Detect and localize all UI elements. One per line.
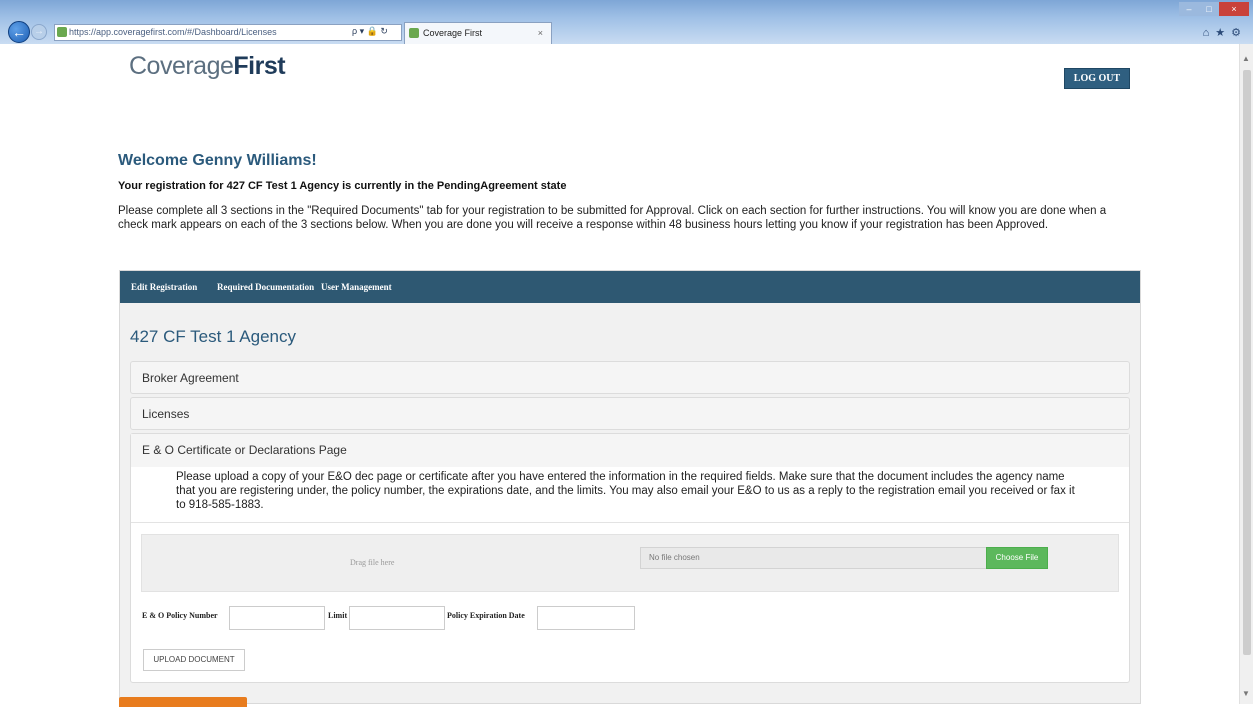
back-button[interactable]: ← [8, 21, 30, 43]
agency-title: 427 CF Test 1 Agency [130, 327, 297, 346]
policy-number-input[interactable] [229, 606, 325, 630]
choose-file-button[interactable]: Choose File [986, 547, 1048, 569]
accordion-broker-agreement[interactable]: Broker Agreement [130, 361, 1130, 394]
registration-panel: Edit Registration Required Documentation… [119, 270, 1141, 704]
registration-state: Your registration for 427 CF Test 1 Agen… [118, 180, 567, 192]
eo-instructions: Please upload a copy of your E&O dec pag… [176, 471, 1075, 511]
minimize-button[interactable]: – [1179, 2, 1199, 16]
scroll-up-icon[interactable]: ▲ [1242, 54, 1250, 63]
address-tools[interactable]: ρ ▾ 🔒 ↻ [352, 26, 388, 37]
section-navbar: Edit Registration Required Documentation… [120, 271, 1140, 303]
browser-tab[interactable]: Coverage First × [404, 22, 552, 44]
file-status: No file chosen [649, 553, 700, 562]
policy-number-label: E & O Policy Number [142, 611, 218, 620]
limit-input[interactable] [349, 606, 445, 630]
file-dropzone[interactable]: Drag file here No file chosen Choose Fil… [141, 534, 1119, 592]
forward-button[interactable]: → [31, 24, 47, 40]
welcome-heading: Welcome Genny Williams! [118, 152, 317, 169]
accordion-licenses[interactable]: Licenses [130, 397, 1130, 430]
nav-edit-registration[interactable]: Edit Registration [131, 271, 197, 303]
drag-file-hint: Drag file here [350, 558, 395, 567]
accordion-eo-certificate: E & O Certificate or Declarations Page P… [130, 433, 1130, 683]
accordion-header[interactable]: E & O Certificate or Declarations Page [131, 434, 1129, 467]
maximize-button[interactable]: □ [1199, 2, 1219, 16]
limit-label: Limit [328, 611, 348, 620]
accordion-title: E & O Certificate or Declarations Page [142, 443, 347, 457]
address-url: https://app.coveragefirst.com/#/Dashboar… [69, 27, 277, 37]
accordion-title: Licenses [142, 407, 190, 421]
window-controls: – □ × [1179, 2, 1249, 18]
browser-chrome: ← → https://app.coveragefirst.com/#/Dash… [0, 0, 1253, 44]
favicon-icon [57, 27, 67, 37]
file-input[interactable]: No file chosen Choose File [640, 547, 1048, 569]
accordion-title: Broker Agreement [142, 371, 239, 385]
submit-button-partial[interactable] [119, 697, 247, 707]
expiration-date-input[interactable] [537, 606, 635, 630]
upload-document-button[interactable]: UPLOAD DOCUMENT [143, 649, 245, 671]
scroll-down-icon[interactable]: ▼ [1242, 689, 1250, 698]
coveragefirst-logo[interactable]: CoverageFirst [129, 52, 286, 81]
divider [131, 522, 1129, 523]
nav-user-management[interactable]: User Management [321, 271, 392, 303]
arrow-left-icon: ← [12, 24, 26, 40]
tab-close-icon[interactable]: × [538, 23, 543, 43]
page-scrollbar[interactable]: ▲ ▼ [1239, 44, 1253, 704]
address-bar[interactable]: https://app.coveragefirst.com/#/Dashboar… [54, 24, 402, 41]
arrow-right-icon: → [34, 26, 44, 37]
favicon-icon [409, 28, 419, 38]
close-window-button[interactable]: × [1219, 2, 1249, 16]
nav-required-documentation[interactable]: Required Documentation [217, 271, 314, 303]
browser-tools[interactable]: ⌂★⚙ [1203, 26, 1247, 39]
expiration-date-label: Policy Expiration Date [447, 611, 525, 620]
tab-title: Coverage First [423, 28, 483, 38]
logout-button[interactable]: LOG OUT [1064, 68, 1130, 89]
logo-bold-text: First [233, 52, 286, 80]
logo-light-text: Coverage [129, 52, 234, 80]
scrollbar-thumb[interactable] [1243, 70, 1251, 655]
registration-instructions: Please complete all 3 sections in the "R… [118, 205, 1107, 231]
